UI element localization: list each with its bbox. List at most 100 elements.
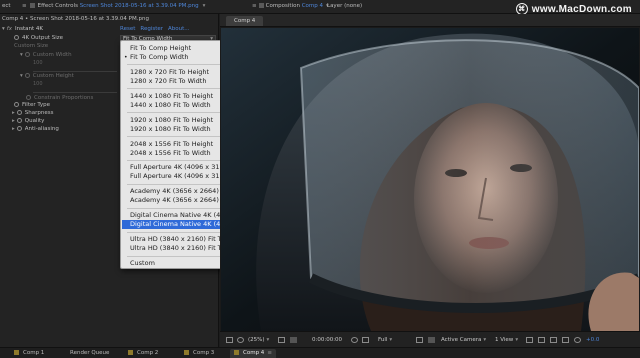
timeline-tab-label: Render Queue: [70, 350, 110, 356]
composition-frame-image[interactable]: [221, 28, 639, 331]
panel-tab-stub[interactable]: ect: [2, 3, 11, 12]
composition-icon: [14, 350, 19, 355]
timeline-tab-comp-3[interactable]: Comp 3: [184, 349, 214, 358]
effect-actions: Reset Register About...: [120, 25, 195, 33]
grid-guides-icon[interactable]: [278, 337, 285, 343]
mask-visibility-icon[interactable]: [237, 337, 244, 343]
menu-item[interactable]: 1280 x 720 Fit To Height: [130, 68, 209, 77]
panel-menu-icon[interactable]: ≡: [22, 3, 27, 9]
disclosure-triangle-icon[interactable]: ▾: [2, 26, 5, 32]
menu-item[interactable]: 1920 x 1080 Fit To Width: [130, 125, 211, 134]
custom-width-value: 100: [33, 60, 43, 66]
menu-item-custom[interactable]: Custom: [130, 259, 155, 268]
param-custom-size: Custom Size: [14, 42, 48, 50]
timeline-tab-comp-4[interactable]: Comp 4 ≡: [230, 349, 276, 358]
param-quality[interactable]: ▸ Quality: [12, 117, 44, 125]
checkmark-icon: •: [124, 54, 128, 61]
chevron-down-icon: ▾: [515, 337, 519, 343]
about-link[interactable]: About...: [168, 26, 190, 32]
fx-icon[interactable]: fx: [7, 26, 12, 32]
param-label: Custom Width: [32, 52, 72, 58]
transparency-grid-icon[interactable]: [428, 337, 435, 343]
disclosure-triangle-icon[interactable]: ▸: [12, 118, 15, 124]
stopwatch-icon[interactable]: [16, 110, 22, 115]
composition-link[interactable]: Comp 4: [302, 3, 323, 9]
disclosure-triangle-icon[interactable]: ▸: [12, 110, 15, 116]
viewer-toolbar: (25%) ▾ 0:00:00:00 Full ▾ Active Camera ▾ 1…: [220, 331, 640, 347]
magnification-dropdown[interactable]: (25%) ▾: [248, 336, 269, 345]
effect-controls-header: Comp 4 • Screen Shot 2018-05-16 at 3.39.…: [2, 16, 149, 22]
reset-link[interactable]: Reset: [120, 26, 135, 32]
menu-item[interactable]: 1440 x 1080 Fit To Width: [130, 101, 211, 110]
param-label: Filter Type: [22, 102, 51, 108]
param-anti-aliasing[interactable]: ▸ Anti-aliasing: [12, 125, 59, 133]
lock-icon[interactable]: [29, 3, 35, 8]
viewer-tab-comp-4[interactable]: Comp 4: [226, 16, 264, 26]
param-sharpness[interactable]: ▸ Sharpness: [12, 109, 53, 117]
param-custom-width: ▾ Custom Width: [20, 51, 72, 59]
composition-icon: [128, 350, 133, 355]
effect-controls-layer-link[interactable]: Screen Shot 2018-05-16 at 3.39.04 PM.png: [80, 3, 199, 9]
camera-value: Active Camera: [441, 337, 482, 343]
menu-item[interactable]: 1280 x 720 Fit To Width: [130, 77, 206, 86]
layer-tab[interactable]: Layer (none): [327, 3, 362, 12]
disclosure-triangle-icon[interactable]: ▸: [12, 126, 15, 132]
stopwatch-icon[interactable]: [16, 118, 22, 123]
stopwatch-icon[interactable]: [16, 126, 22, 131]
snapshot-icon[interactable]: [290, 337, 297, 343]
effect-name: Instant 4K: [14, 26, 43, 32]
timeline-tab-comp-2[interactable]: Comp 2: [128, 349, 158, 358]
menu-item[interactable]: 1920 x 1080 Fit To Height: [130, 116, 213, 125]
current-time[interactable]: 0:00:00:00: [312, 336, 342, 345]
timeline-tab-bar: Comp 1 Render Queue Comp 2 Comp 3 Comp 4…: [0, 347, 640, 358]
chevron-down-icon: ▾: [483, 337, 487, 343]
lock-icon[interactable]: [258, 3, 264, 8]
panel-menu-icon[interactable]: ≡: [252, 3, 257, 9]
menu-item[interactable]: 2048 x 1556 Fit To Width: [130, 149, 211, 158]
effect-row-instant-4k[interactable]: ▾ fx Instant 4K Reset Register About...: [2, 25, 217, 33]
region-of-interest-icon[interactable]: [416, 337, 423, 343]
timeline-icon[interactable]: [550, 337, 557, 343]
toggle-pixel-aspect-icon[interactable]: [526, 337, 533, 343]
view-layout-dropdown[interactable]: 1 View ▾: [495, 336, 518, 345]
chevron-down-icon[interactable]: ▾: [203, 3, 206, 9]
composition-icon: [184, 350, 189, 355]
menu-item[interactable]: Fit To Comp Height: [130, 44, 191, 53]
composition-tab[interactable]: ≡ Composition Comp 4 ▾: [252, 3, 329, 12]
camera-dropdown[interactable]: Active Camera ▾: [441, 336, 486, 345]
param-filter-type[interactable]: Filter Type: [14, 101, 50, 109]
always-preview-icon[interactable]: [226, 337, 233, 343]
fast-previews-icon[interactable]: [538, 337, 545, 343]
exposure-value[interactable]: +0.0: [586, 336, 599, 345]
param-4k-output-size[interactable]: 4K Output Size: [14, 34, 63, 42]
stopwatch-icon[interactable]: [14, 102, 19, 107]
reset-exposure-icon[interactable]: [574, 337, 581, 343]
disclosure-triangle-icon: ▾: [20, 52, 23, 58]
timeline-tab-label: Comp 4: [243, 350, 265, 356]
show-channel-icon[interactable]: [362, 337, 369, 343]
menu-item-checked[interactable]: • Fit To Comp Width: [124, 53, 189, 62]
timeline-tab-comp-1[interactable]: Comp 1: [14, 349, 44, 358]
comp-flowchart-icon[interactable]: [562, 337, 569, 343]
chevron-down-icon: ▾: [266, 337, 270, 343]
register-link[interactable]: Register: [140, 26, 163, 32]
viewer-tab-row: Comp 4: [220, 14, 640, 27]
param-label: Sharpness: [24, 110, 54, 116]
panel-menu-icon[interactable]: ≡: [267, 350, 272, 356]
view-layout-value: 1 View: [495, 337, 514, 343]
camera-snapshot-icon[interactable]: [351, 337, 358, 343]
stopwatch-icon[interactable]: [14, 35, 19, 40]
menu-item[interactable]: 1440 x 1080 Fit To Height: [130, 92, 213, 101]
effect-controls-tab[interactable]: ≡ Effect Controls Screen Shot 2018-05-16 …: [22, 3, 205, 12]
param-label: Custom Height: [32, 73, 74, 79]
custom-height-value: 100: [33, 81, 43, 87]
resolution-value: Full: [378, 337, 388, 343]
composition-tab-label: Composition: [265, 3, 300, 9]
param-custom-height: ▾ Custom Height: [20, 72, 74, 80]
menu-item-label: Fit To Comp Width: [130, 53, 189, 61]
menu-item[interactable]: 2048 x 1556 Fit To Height: [130, 140, 213, 149]
helmet-portrait-image: [221, 28, 639, 331]
resolution-dropdown[interactable]: Full ▾: [378, 336, 392, 345]
timeline-tab-render-queue[interactable]: Render Queue: [70, 349, 109, 358]
param-label: 4K Output Size: [22, 35, 63, 41]
